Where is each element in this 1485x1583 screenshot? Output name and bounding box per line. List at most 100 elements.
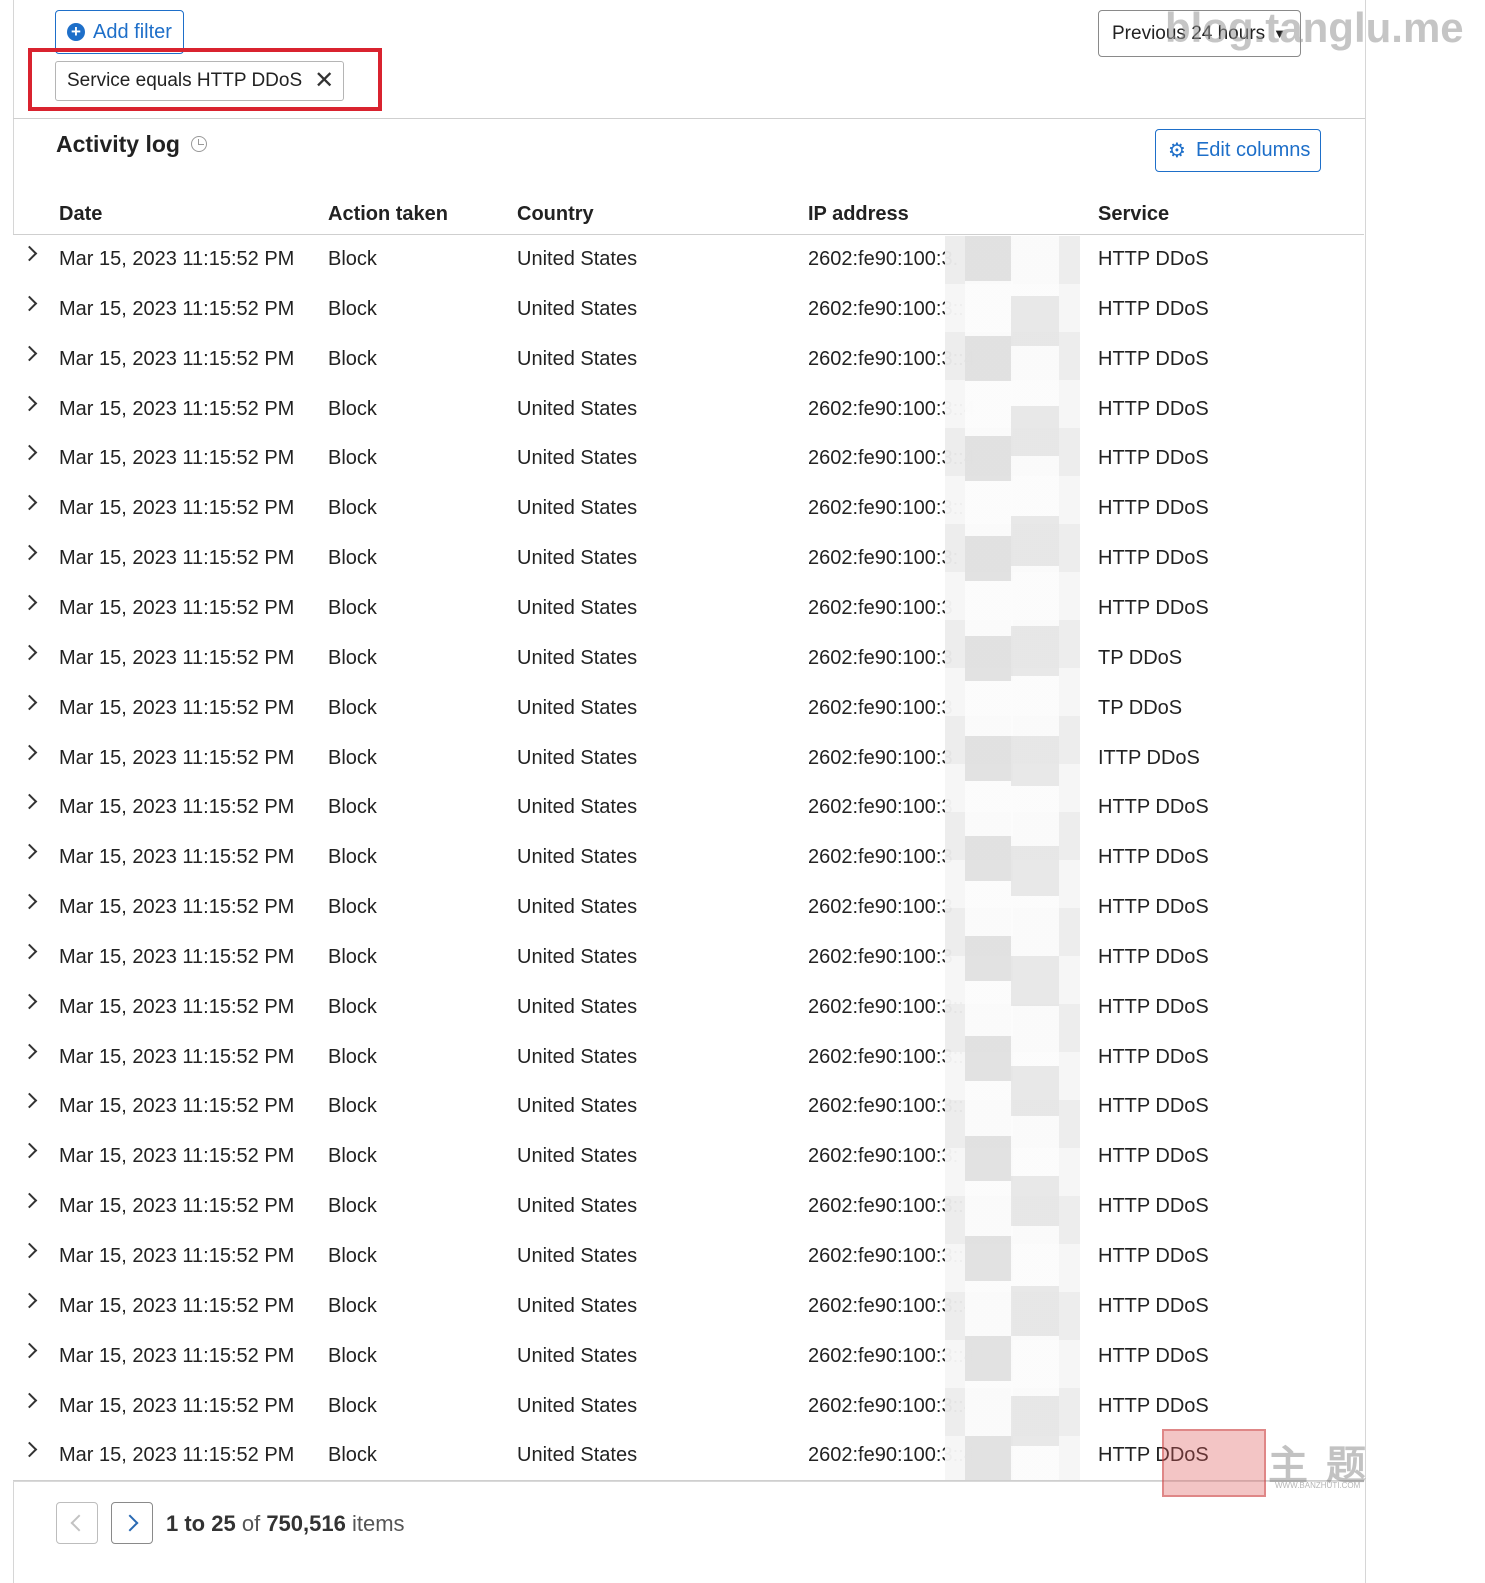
watermark-stamp-logo [1162,1429,1266,1497]
chevron-right-icon[interactable] [21,1342,38,1358]
cell-country: United States [517,696,638,719]
chevron-right-icon[interactable] [21,395,38,411]
cell-service: HTTP DDoS [1098,596,1209,619]
chevron-right-icon[interactable] [21,1192,38,1209]
chevron-right-icon[interactable] [21,893,38,910]
active-filter-chip[interactable]: Service equals HTTP DDoS ✕ [55,61,344,101]
cell-ip-address: 2602:fe90:100:3 [808,896,953,919]
cell-ip-address: 2602:fe90:100:3 [808,846,953,869]
table-row[interactable]: Mar 15, 2023 11:15:52 PM Block United Stat… [13,783,1364,835]
table-row[interactable]: Mar 15, 2023 11:15:52 PM Block United Stat… [13,284,1364,336]
cell-ip-address: 2602:fe90:100:3:: [808,1245,964,1267]
cell-date: Mar 15, 2023 11:15:52 PM [59,896,295,919]
table-row[interactable]: Mar 15, 2023 11:15:52 PM Block United Stat… [13,1082,1364,1134]
cell-date: Mar 15, 2023 11:15:52 PM [59,1045,295,1068]
column-header-action[interactable]: Action taken [328,203,448,226]
chevron-right-icon[interactable] [21,1292,38,1309]
close-icon[interactable]: ✕ [314,69,334,93]
pagination-items: items [351,1511,405,1536]
cell-service: HTTP DDoS [1098,1294,1209,1317]
table-row[interactable]: Mar 15, 2023 11:15:52 PM Block United Stat… [13,1232,1364,1283]
cell-country: United States [517,796,638,819]
cell-service: HTTP DDoS [1098,846,1209,869]
table-row[interactable]: Mar 15, 2023 11:15:52 PM Block United Stat… [13,334,1364,386]
table-header: Date Action taken Country IP address Ser… [13,192,1364,235]
cell-date: Mar 15, 2023 11:15:52 PM [59,1444,295,1467]
chevron-right-icon[interactable] [21,1442,38,1458]
cell-country: United States [517,1245,638,1267]
cell-ip-address: 2602:fe90:100:3:: [808,1045,964,1068]
table-row[interactable]: Mar 15, 2023 11:15:52 PM Block United Stat… [13,384,1364,436]
chevron-right-icon[interactable] [21,993,38,1010]
cell-ip-address: 2602:fe90:100:3 [808,696,953,719]
cell-service: HTTP DDoS [1098,1245,1209,1267]
chevron-right-icon[interactable] [21,445,38,461]
chevron-right-icon[interactable] [21,1093,38,1109]
column-header-ip[interactable]: IP address [808,203,909,226]
table-row[interactable]: Mar 15, 2023 11:15:52 PM Block United Stat… [13,1281,1364,1333]
cell-ip-address: 2602:fe90:100:3:: [808,1195,964,1218]
cell-date: Mar 15, 2023 11:15:52 PM [59,596,295,619]
table-row[interactable]: Mar 15, 2023 11:15:52 PM Block United Stat… [13,1132,1364,1184]
table-row[interactable]: Mar 15, 2023 11:15:52 PM Block United Stat… [13,1331,1364,1383]
cell-country: United States [517,896,638,919]
cell-country: United States [517,297,638,320]
table-row[interactable]: Mar 15, 2023 11:15:52 PM Block United Stat… [13,1182,1364,1234]
cell-country: United States [517,995,638,1018]
table-row[interactable]: Mar 15, 2023 11:15:52 PM Block United Stat… [13,583,1364,635]
table-row[interactable]: Mar 15, 2023 11:15:52 PM Block United Stat… [13,932,1364,984]
cell-action: Block [328,1245,377,1267]
column-header-country[interactable]: Country [517,203,594,226]
cell-country: United States [517,397,638,420]
cell-country: United States [517,846,638,869]
table-row[interactable]: Mar 15, 2023 11:15:52 PM Block United Stat… [13,833,1364,885]
cell-action: Block [328,248,377,270]
chevron-right-icon[interactable] [21,744,38,760]
table-row[interactable]: Mar 15, 2023 11:15:52 PM Block United Stat… [13,982,1364,1034]
chevron-right-icon[interactable] [21,295,38,312]
chevron-right-icon[interactable] [21,544,38,561]
chevron-right-icon[interactable] [21,943,38,960]
table-row[interactable]: Mar 15, 2023 11:15:52 PM Block United Stat… [13,1381,1364,1433]
cell-country: United States [517,547,638,570]
chevron-right-icon[interactable] [21,1043,38,1059]
previous-page-button[interactable] [56,1502,98,1544]
chevron-right-icon[interactable] [21,594,38,611]
next-page-button[interactable] [111,1502,153,1544]
cell-date: Mar 15, 2023 11:15:52 PM [59,1145,295,1168]
chevron-right-icon[interactable] [21,1392,38,1408]
chevron-right-icon[interactable] [21,245,38,262]
chevron-right-icon[interactable] [21,843,38,860]
cell-action: Block [328,497,377,520]
table-row[interactable]: Mar 15, 2023 11:15:52 PM Block United Stat… [13,683,1364,735]
chevron-right-icon[interactable] [21,694,38,710]
cell-service: HTTP DDoS [1098,1045,1209,1068]
chevron-right-icon[interactable] [21,345,38,361]
table-row[interactable]: Mar 15, 2023 11:15:52 PM Block United Stat… [13,434,1364,486]
chevron-right-icon[interactable] [21,494,38,511]
cell-ip-address: 2602:fe90:100:3 [808,746,953,769]
add-filter-label: Add filter [93,20,172,43]
edit-columns-button[interactable]: ⚙ Edit columns [1155,129,1321,172]
chevron-right-icon[interactable] [21,1242,38,1259]
clock-icon[interactable] [191,136,207,152]
table-row[interactable]: Mar 15, 2023 11:15:52 PM Block United Stat… [13,633,1364,685]
cell-service: HTTP DDoS [1098,1095,1209,1118]
cell-action: Block [328,347,377,370]
column-header-service[interactable]: Service [1098,203,1169,226]
table-row[interactable]: Mar 15, 2023 11:15:52 PM Block United Stat… [13,484,1364,536]
cell-date: Mar 15, 2023 11:15:52 PM [59,447,295,470]
table-row[interactable]: Mar 15, 2023 11:15:52 PM Block United Stat… [13,733,1364,785]
chevron-right-icon[interactable] [21,794,38,810]
table-row[interactable]: Mar 15, 2023 11:15:52 PM Block United Stat… [13,883,1364,935]
chevron-right-icon[interactable] [21,644,38,661]
table-row[interactable]: Mar 15, 2023 11:15:52 PM Block United Stat… [13,534,1364,586]
cell-ip-address: 2602:fe90:100:3 [808,796,953,819]
table-row[interactable]: Mar 15, 2023 11:15:52 PM Block United Stat… [13,235,1364,286]
cell-service: TP DDoS [1098,646,1183,669]
table-row[interactable]: Mar 15, 2023 11:15:52 PM Block United Stat… [13,1032,1364,1084]
cell-action: Block [328,696,377,719]
column-header-date[interactable]: Date [59,203,102,226]
chevron-right-icon[interactable] [21,1143,38,1159]
cell-action: Block [328,1444,377,1467]
